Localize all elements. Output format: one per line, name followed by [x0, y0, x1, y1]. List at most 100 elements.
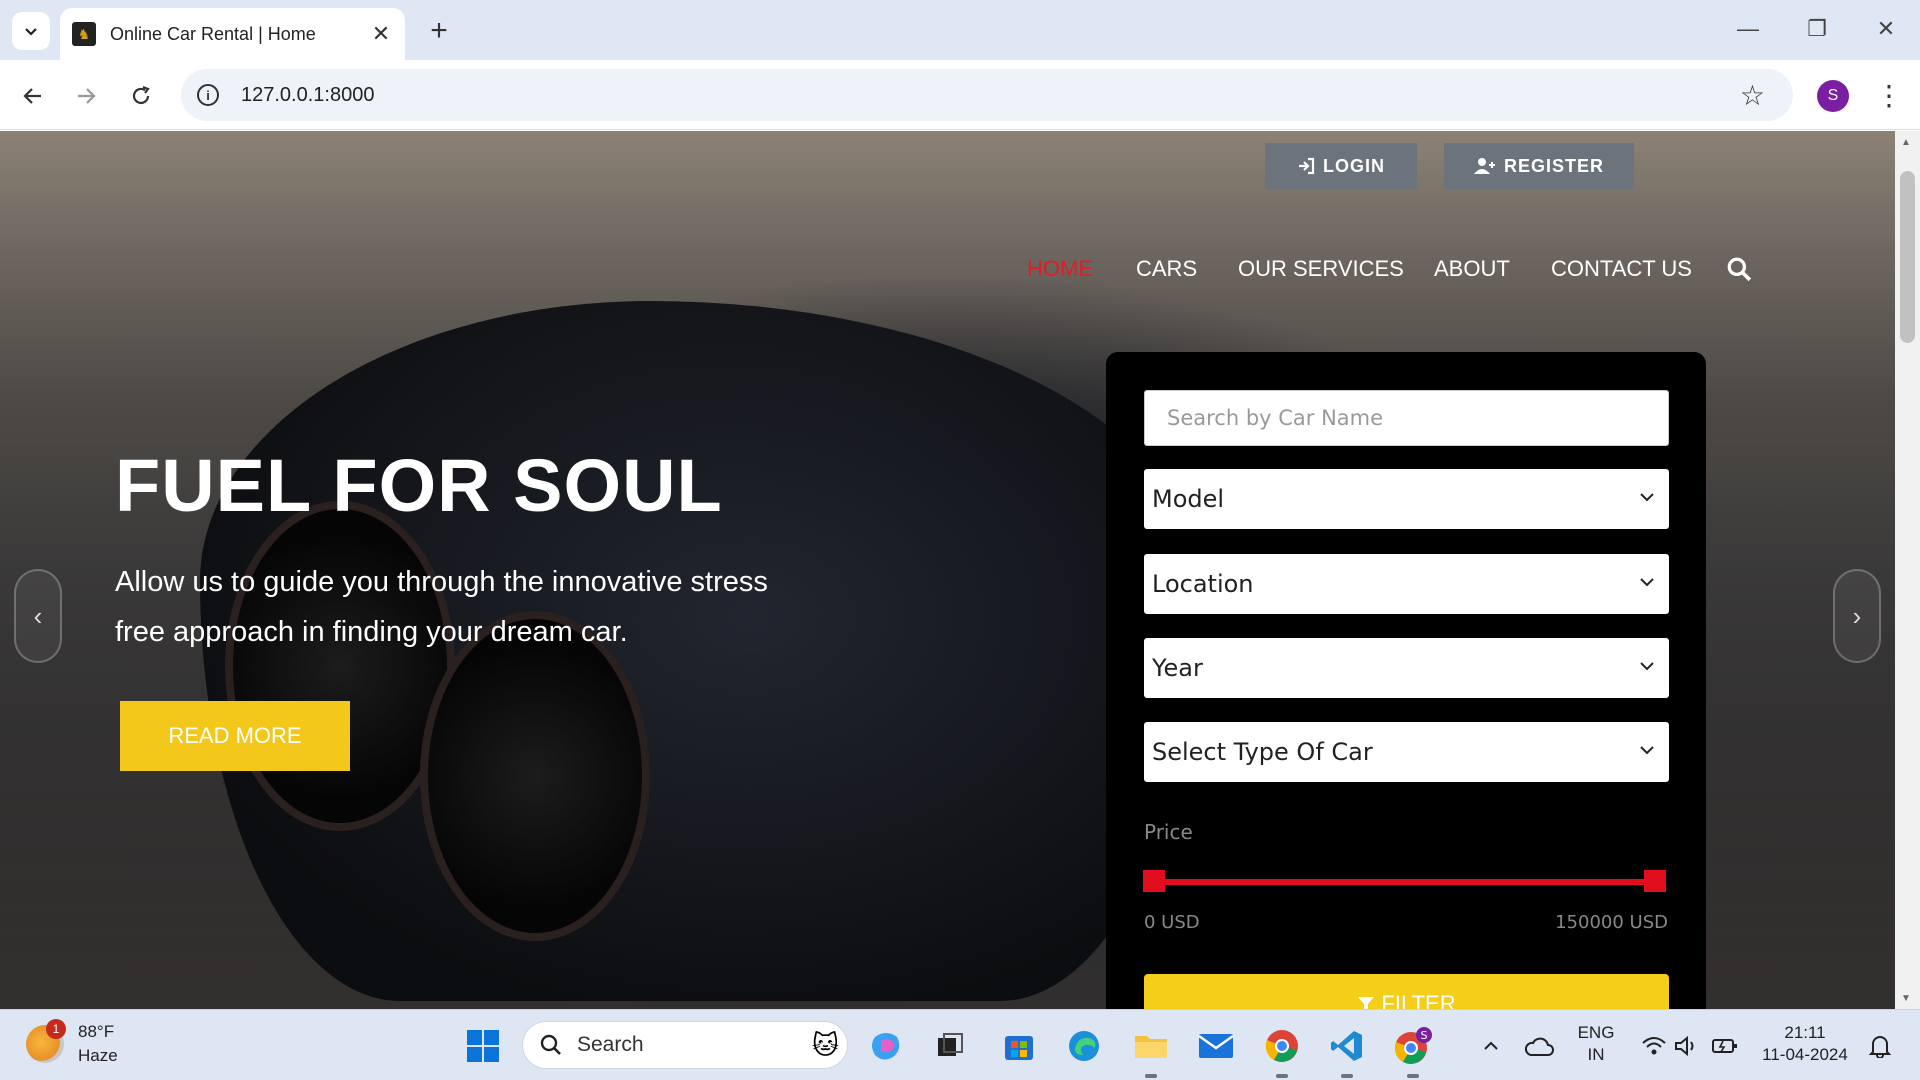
weather-temp: 88°F	[78, 1022, 115, 1041]
copilot-icon[interactable]	[866, 1026, 906, 1066]
restore-icon[interactable]: ❐	[1797, 14, 1837, 44]
filter-funnel-icon	[1358, 997, 1375, 1009]
nav-our-services[interactable]: OUR SERVICES	[1238, 249, 1404, 289]
svg-text:S: S	[1421, 1029, 1428, 1042]
tray-overflow-chevron-icon[interactable]	[1471, 1026, 1511, 1066]
filter-button-label: FILTER	[1381, 991, 1456, 1009]
car-name-search-input[interactable]: Search by Car Name	[1144, 390, 1669, 446]
site-info-icon[interactable]: i	[197, 84, 219, 106]
scroll-thumb[interactable]	[1900, 171, 1915, 343]
price-label: Price	[1144, 820, 1193, 844]
hero-subtitle: Allow us to guide you through the innova…	[115, 566, 768, 648]
price-min-handle[interactable]	[1143, 870, 1165, 892]
microsoft-store-icon[interactable]	[999, 1026, 1039, 1066]
car-type-select[interactable]: Select Type Of Car	[1144, 722, 1669, 782]
location-select[interactable]: Location	[1144, 554, 1669, 614]
scroll-down-icon[interactable]: ▼	[1901, 993, 1911, 1004]
price-max-handle[interactable]	[1644, 870, 1666, 892]
nav-about[interactable]: ABOUT	[1434, 249, 1510, 289]
year-select-value: Year	[1152, 654, 1203, 682]
task-view-icon[interactable]	[930, 1026, 970, 1066]
window-close-icon[interactable]: ✕	[1866, 14, 1906, 44]
back-arrow-icon[interactable]	[15, 78, 51, 114]
carousel-prev-button[interactable]: ‹	[14, 569, 62, 663]
chevron-down-icon	[1640, 662, 1654, 671]
hero-car-wheel-front	[420, 611, 650, 941]
price-range-track[interactable]	[1152, 879, 1657, 885]
forward-arrow-icon[interactable]	[68, 78, 104, 114]
battery-icon[interactable]	[1705, 1026, 1745, 1066]
tab-search-button[interactable]	[12, 12, 50, 50]
windows-start-icon[interactable]	[463, 1026, 503, 1066]
browser-tab-bar: ♞ Online Car Rental | Home ✕ + — ❐ ✕	[0, 0, 1920, 60]
chrome-running-indicator	[1276, 1074, 1288, 1078]
price-min-value: 0 USD	[1144, 912, 1200, 933]
file-explorer-running-indicator	[1145, 1074, 1157, 1078]
weather-haze-icon: 1	[26, 1019, 66, 1063]
clock-date: 11-04-2024	[1762, 1045, 1848, 1064]
nav-contact-us[interactable]: CONTACT US	[1551, 249, 1692, 289]
year-select[interactable]: Year	[1144, 638, 1669, 698]
taskbar-search-label: Search	[577, 1033, 644, 1056]
vscode-icon[interactable]	[1327, 1026, 1367, 1066]
register-button[interactable]: REGISTER	[1444, 143, 1634, 189]
minimize-icon[interactable]: —	[1728, 14, 1768, 44]
chrome-icon[interactable]	[1262, 1026, 1302, 1066]
new-tab-button[interactable]: +	[422, 14, 456, 48]
weather-widget[interactable]: 1 88°F Haze	[26, 1019, 118, 1068]
edge-browser-icon[interactable]	[1064, 1026, 1104, 1066]
sign-in-icon	[1299, 157, 1315, 175]
volume-icon[interactable]	[1667, 1026, 1707, 1066]
page-hero-section: LOGIN REGISTER HOME CARS OUR SERVICES AB…	[0, 131, 1895, 1009]
browser-tab[interactable]: ♞ Online Car Rental | Home ✕	[60, 8, 405, 60]
page-scrollbar[interactable]: ▲ ▼	[1895, 131, 1920, 1009]
browser-menu-icon[interactable]: ⋮	[1875, 76, 1903, 116]
model-select[interactable]: Model	[1144, 469, 1669, 529]
taskbar-search-box[interactable]: Search 🐱	[522, 1021, 848, 1069]
hero-title: FUEL FOR SOUL	[115, 444, 723, 527]
profile-avatar[interactable]: S	[1817, 80, 1849, 112]
login-label: LOGIN	[1323, 155, 1385, 176]
reload-icon[interactable]	[123, 78, 159, 114]
clock-time: 21:11	[1784, 1023, 1826, 1042]
scroll-up-icon[interactable]: ▲	[1901, 137, 1911, 148]
weather-desc: Haze	[78, 1046, 118, 1065]
url-text: 127.0.0.1:8000	[241, 83, 375, 106]
tab-close-icon[interactable]: ✕	[369, 21, 393, 46]
site-favicon-icon: ♞	[72, 22, 96, 46]
weather-badge: 1	[46, 1019, 66, 1039]
chevron-down-icon	[25, 28, 37, 36]
windows-taskbar: 1 88°F Haze Search 🐱 S ENG IN 21:11 11-0…	[0, 1009, 1920, 1080]
chevron-down-icon	[1640, 493, 1654, 502]
chrome-profile-icon[interactable]: S	[1393, 1026, 1433, 1066]
notification-bell-icon[interactable]	[1860, 1026, 1900, 1066]
read-more-button[interactable]: READ MORE	[120, 701, 350, 771]
clock[interactable]: 21:11 11-04-2024	[1755, 1022, 1855, 1066]
browser-toolbar: i 127.0.0.1:8000 ☆	[0, 60, 1920, 130]
tab-title: Online Car Rental | Home	[110, 23, 316, 44]
chevron-right-icon: ›	[1852, 600, 1862, 631]
onedrive-cloud-icon[interactable]	[1519, 1026, 1559, 1066]
address-bar[interactable]: i 127.0.0.1:8000 ☆	[181, 69, 1793, 121]
login-button[interactable]: LOGIN	[1265, 143, 1417, 189]
language-indicator[interactable]: ENG IN	[1568, 1022, 1624, 1066]
car-filter-panel: Search by Car Name Model Location Year S…	[1106, 352, 1706, 1009]
register-label: REGISTER	[1503, 155, 1604, 176]
price-max-value: 150000 USD	[1555, 912, 1668, 933]
vscode-running-indicator	[1341, 1074, 1353, 1078]
chevron-down-icon	[1640, 578, 1654, 587]
mail-icon[interactable]	[1196, 1026, 1236, 1066]
car-type-select-value: Select Type Of Car	[1152, 738, 1373, 766]
search-highlight-icon: 🐱	[811, 1029, 839, 1060]
language-line-2: IN	[1587, 1045, 1605, 1064]
search-icon	[540, 1034, 561, 1055]
nav-home[interactable]: HOME	[1027, 249, 1093, 289]
filter-button[interactable]: FILTER	[1144, 974, 1669, 1009]
nav-cars[interactable]: CARS	[1136, 249, 1197, 289]
file-explorer-icon[interactable]	[1131, 1026, 1171, 1066]
bookmark-star-icon[interactable]: ☆	[1740, 79, 1765, 112]
carousel-next-button[interactable]: ›	[1833, 569, 1881, 663]
search-icon[interactable]	[1726, 256, 1752, 282]
chevron-left-icon: ‹	[33, 600, 43, 631]
chevron-down-icon	[1640, 746, 1654, 755]
